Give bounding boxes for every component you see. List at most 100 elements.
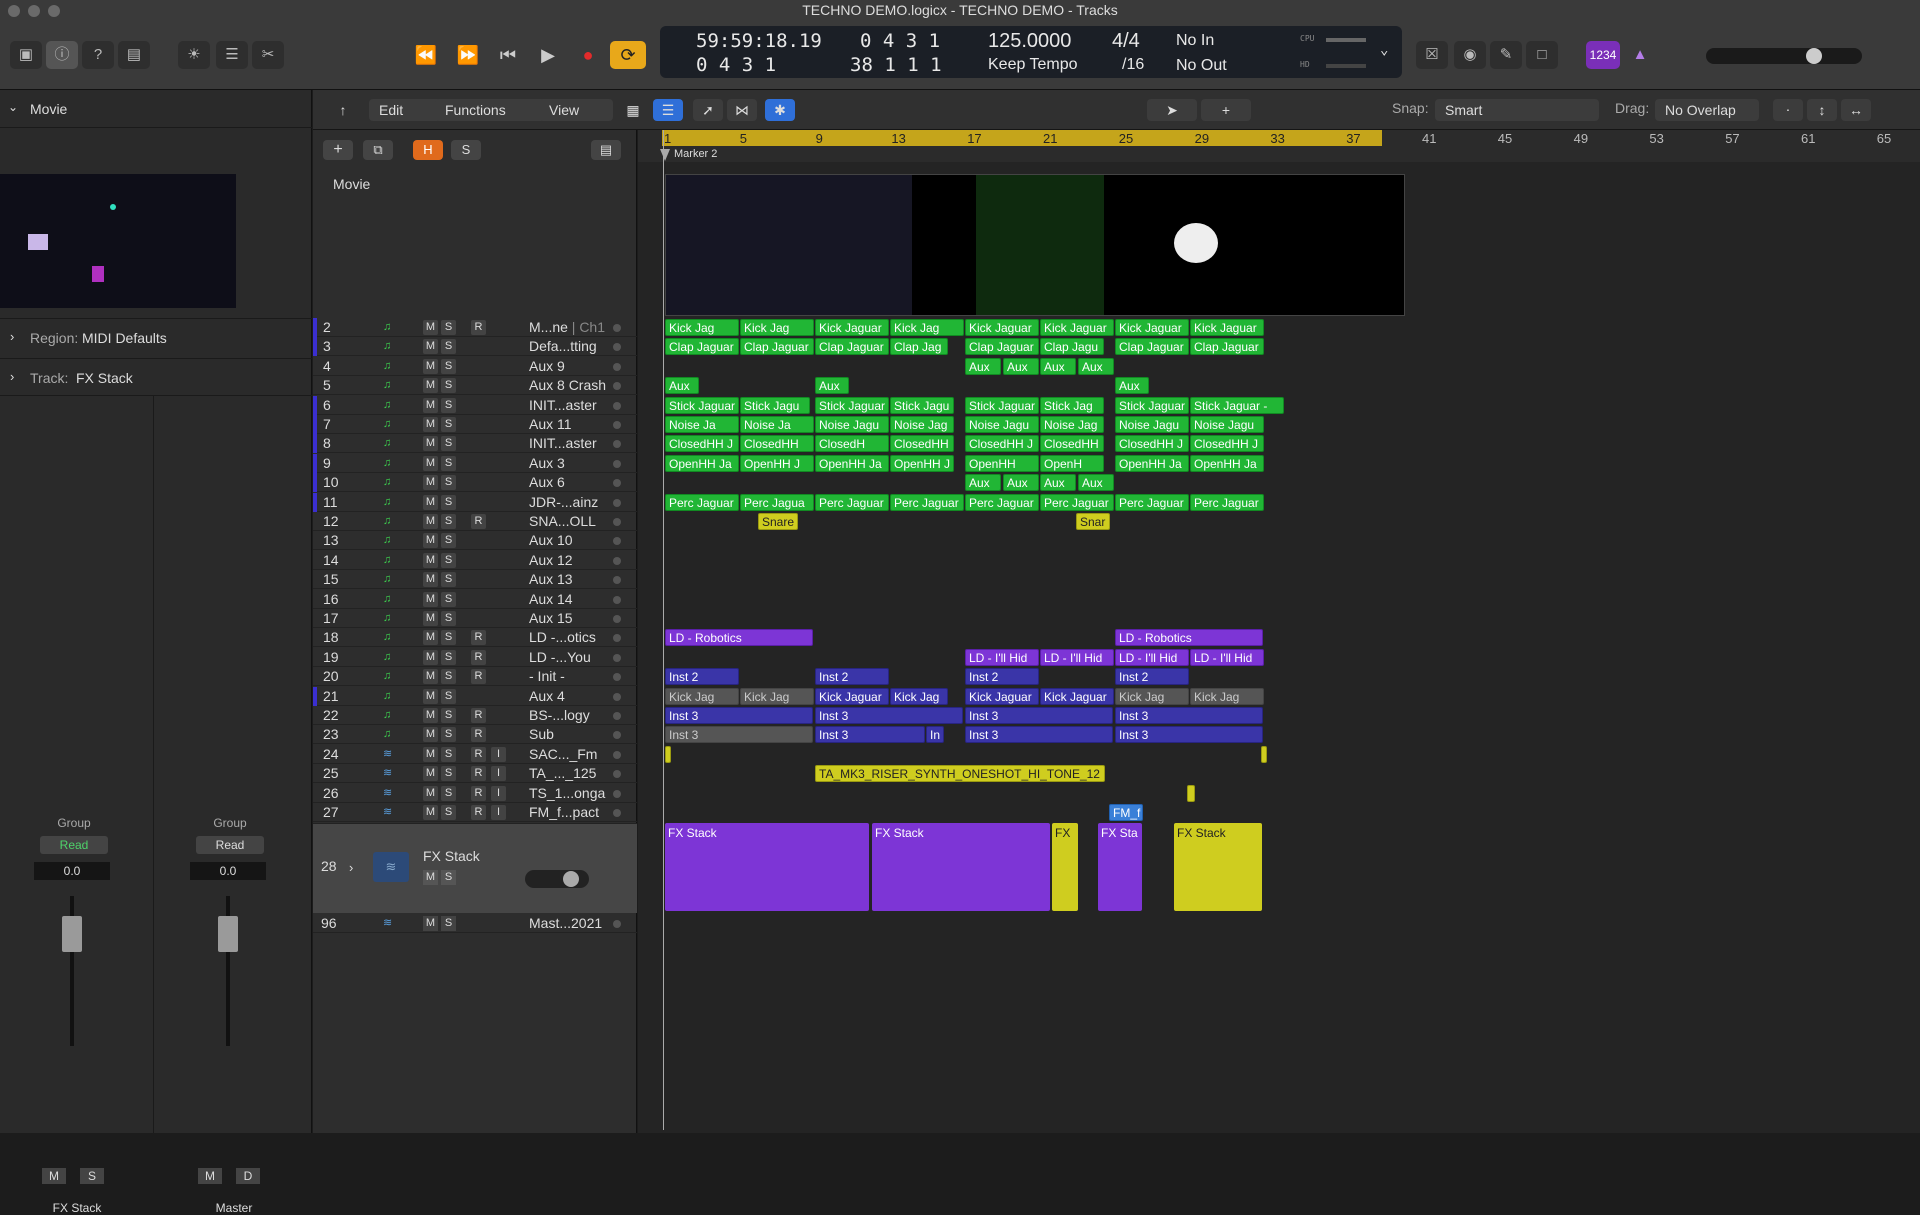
chevron-right-icon[interactable]: › xyxy=(349,860,353,875)
rewind-icon[interactable]: ⏪ xyxy=(408,41,444,69)
functions-menu[interactable]: Functions xyxy=(435,99,545,121)
region[interactable]: Kick Jag xyxy=(740,687,814,705)
region[interactable]: Kick Jaguar xyxy=(1190,319,1264,336)
play-icon[interactable]: ▶ xyxy=(530,41,566,69)
record-enable-indicator[interactable] xyxy=(613,789,621,798)
back-arrow-icon[interactable]: ↑ xyxy=(331,99,355,121)
region[interactable]: Noise Jagu xyxy=(1115,416,1189,433)
record-button[interactable]: R xyxy=(471,727,486,743)
input-monitor-button[interactable]: I xyxy=(491,766,506,782)
record-enable-indicator[interactable] xyxy=(613,692,621,701)
region[interactable]: Clap Jaguar xyxy=(740,338,814,356)
go-to-start-icon[interactable]: ⏮ xyxy=(490,41,526,69)
track-row[interactable]: 8 ♫ M S INIT...aster xyxy=(313,434,637,454)
region[interactable]: FX Stack xyxy=(1174,823,1262,911)
mute-button[interactable]: M xyxy=(423,591,438,607)
region[interactable]: Kick Jag xyxy=(665,319,739,336)
solo-button[interactable]: S xyxy=(441,494,456,510)
region[interactable]: Aux xyxy=(1078,474,1114,492)
lcd-display[interactable]: 59:59:18.19 0 4 3 1 0 4 3 1 38 1 1 1 125… xyxy=(660,26,1402,78)
track-row[interactable]: 23 ♫ M S R Sub xyxy=(313,725,637,745)
solo-button[interactable]: S xyxy=(441,766,456,782)
region[interactable] xyxy=(1187,784,1195,802)
record-enable-indicator[interactable] xyxy=(613,809,621,817)
region[interactable]: ClosedHH xyxy=(890,435,954,453)
region-inspector-header[interactable]: › Region: MIDI Defaults xyxy=(0,318,312,356)
mute-button[interactable]: M xyxy=(423,417,438,432)
region[interactable] xyxy=(1261,745,1267,763)
track-fx-stack[interactable]: 28 › ≋ FX Stack M S xyxy=(313,823,637,913)
region[interactable]: Inst 2 xyxy=(665,668,739,686)
region[interactable]: Perc Jaguar xyxy=(665,493,739,511)
volume-slider[interactable] xyxy=(525,870,589,888)
horizontal-zoom-icon[interactable]: ↔ xyxy=(1841,99,1871,121)
region[interactable]: Inst 3 xyxy=(965,707,1113,724)
mute-button[interactable]: M xyxy=(423,358,438,374)
mute-button[interactable]: M xyxy=(423,378,438,394)
region[interactable]: LD - I'll Hid xyxy=(1190,648,1264,666)
snap-dropdown[interactable]: Smart xyxy=(1435,99,1599,121)
catch-icon[interactable]: ✱ xyxy=(765,99,795,121)
region[interactable]: Stick Jaguar xyxy=(665,396,739,414)
track-row[interactable]: 9 ♫ M S Aux 3 xyxy=(313,453,637,473)
record-enable-indicator[interactable] xyxy=(613,401,621,410)
region[interactable]: Inst 3 xyxy=(1115,726,1263,744)
ruler[interactable]: 1 5 9 13 17 21 25 29 33 37 41 45 49 53 57 61 65 Marker 2 xyxy=(638,130,1920,162)
mixer-icon[interactable]: ☰ xyxy=(216,41,248,69)
region[interactable]: Clap Jagu xyxy=(1040,338,1104,356)
record-button[interactable]: R xyxy=(471,514,486,529)
region[interactable]: FX xyxy=(1052,823,1078,911)
dim-button[interactable]: D xyxy=(236,1168,260,1184)
track-row[interactable]: 10 ♫ M S Aux 6 xyxy=(313,473,637,493)
track-row[interactable]: 12 ♫ M S R SNA...OLL xyxy=(313,512,637,531)
edit-menu[interactable]: Edit xyxy=(369,99,441,121)
region[interactable]: Noise Jag xyxy=(1040,416,1104,433)
region[interactable]: Inst 3 xyxy=(815,707,963,724)
region[interactable]: Aux xyxy=(1078,357,1114,375)
region[interactable]: ClosedHH J xyxy=(1190,435,1264,453)
solo-button[interactable]: S xyxy=(441,572,456,588)
track-row[interactable]: 18 ♫ M S R LD -...otics xyxy=(313,628,637,648)
mute-button[interactable]: M xyxy=(423,552,438,568)
list-editors-icon[interactable]: ☒ xyxy=(1416,41,1448,69)
mute-button[interactable]: M xyxy=(423,436,438,452)
solo-button[interactable]: S xyxy=(441,475,456,491)
record-enable-indicator[interactable] xyxy=(613,537,621,546)
region[interactable]: Inst 3 xyxy=(965,726,1113,744)
record-enable-indicator[interactable] xyxy=(613,518,621,526)
mute-button[interactable]: M xyxy=(423,339,438,355)
region[interactable]: Stick Jaguar xyxy=(815,396,889,414)
chevron-down-icon[interactable]: ⌄ xyxy=(8,100,18,114)
solo-button[interactable]: S xyxy=(441,727,456,743)
track-row[interactable]: 15 ♫ M S Aux 13 xyxy=(313,570,637,590)
record-enable-indicator[interactable] xyxy=(613,770,621,779)
track-row[interactable]: 5 ♫ M S Aux 8 Crash xyxy=(313,376,637,396)
region[interactable]: Clap Jaguar xyxy=(965,338,1039,356)
region[interactable]: Aux xyxy=(665,377,699,395)
solo-button[interactable]: S xyxy=(441,417,456,432)
global-solo-button[interactable]: S xyxy=(451,140,481,160)
mute-button[interactable]: M xyxy=(423,514,438,529)
mute-button[interactable]: M xyxy=(423,533,438,549)
mute-button[interactable]: M xyxy=(423,494,438,510)
solo-button[interactable]: S xyxy=(441,649,456,665)
record-enable-indicator[interactable] xyxy=(613,479,621,488)
solo-button[interactable]: S xyxy=(441,688,456,704)
automation-mode[interactable]: Read xyxy=(196,836,264,854)
region[interactable]: Snare xyxy=(758,513,798,530)
track-row[interactable]: 3 ♫ M S Defa...tting xyxy=(313,337,637,357)
arrange-area[interactable]: 1 5 9 13 17 21 25 29 33 37 41 45 49 53 57 61 65 Marker 2… xyxy=(638,130,1920,1133)
solo-button[interactable]: S xyxy=(441,455,456,471)
solo-button[interactable]: S xyxy=(441,533,456,549)
region[interactable]: ClosedHH J xyxy=(965,435,1039,453)
volume-fader[interactable] xyxy=(62,916,82,952)
region[interactable]: ClosedHH J xyxy=(665,435,739,453)
region[interactable]: OpenHH Ja xyxy=(815,454,889,472)
region[interactable]: Stick Jaguar xyxy=(965,396,1039,414)
solo-button[interactable]: S xyxy=(441,591,456,607)
record-enable-indicator[interactable] xyxy=(613,750,621,759)
region[interactable]: LD - I'll Hid xyxy=(965,648,1039,666)
region[interactable]: Aux xyxy=(1003,357,1039,375)
region[interactable]: Kick Jaguar xyxy=(1040,687,1114,705)
master-volume-slider[interactable] xyxy=(1706,48,1862,64)
